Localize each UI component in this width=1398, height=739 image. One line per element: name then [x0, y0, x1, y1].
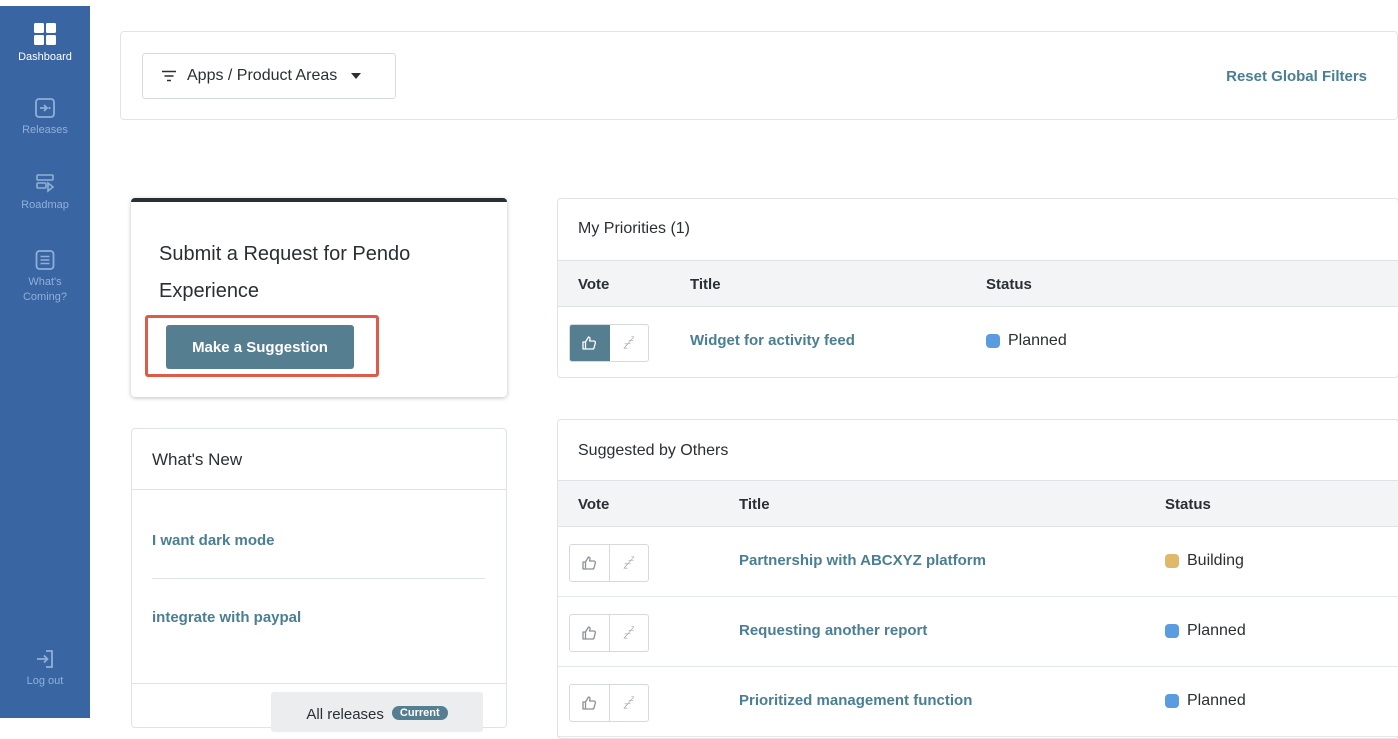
- snooze-button[interactable]: zzz: [610, 325, 649, 361]
- logout-button[interactable]: Log out: [0, 648, 90, 689]
- table-row: zzz Partnership with ABCXYZ platform Bui…: [558, 527, 1398, 597]
- snooze-icon: zzz: [623, 625, 635, 641]
- sidebar-item-roadmap[interactable]: Roadmap: [0, 172, 90, 213]
- snooze-icon: zzz: [623, 335, 635, 351]
- table-row: zzz Prioritized management function Plan…: [558, 667, 1398, 737]
- apps-product-areas-dropdown[interactable]: Apps / Product Areas: [142, 53, 396, 99]
- column-header-title: Title: [739, 496, 770, 513]
- vote-buttons: zzz: [569, 614, 649, 652]
- sidebar-item-label: What's Coming?: [22, 276, 68, 303]
- status-badge: Planned: [1165, 622, 1246, 640]
- sidebar-item-label: Roadmap: [21, 199, 69, 211]
- whats-new-title: What's New: [152, 450, 243, 469]
- table-header: Vote Title Status: [558, 260, 1398, 307]
- status-dot: [1165, 624, 1179, 638]
- upvote-button[interactable]: [570, 325, 610, 361]
- release-icon: [35, 98, 55, 118]
- snooze-button[interactable]: zzz: [610, 685, 649, 721]
- logout-icon: [37, 650, 53, 668]
- sidebar-item-releases[interactable]: Releases: [0, 97, 90, 138]
- all-releases-button[interactable]: All releases Current: [271, 692, 483, 732]
- suggested-title: Suggested by Others: [578, 442, 729, 459]
- my-priorities-title: My Priorities (1): [578, 220, 691, 237]
- sidebar-item-label: Releases: [22, 124, 68, 136]
- apps-product-areas-label: Apps / Product Areas: [187, 67, 338, 84]
- table-row: zzz Requesting another report Planned: [558, 597, 1398, 667]
- grid-icon: [34, 23, 56, 45]
- thumbs-up-icon: [582, 626, 597, 640]
- request-title-link[interactable]: Partnership with ABCXYZ platform: [739, 552, 986, 569]
- status-badge: Building: [1165, 552, 1244, 570]
- column-header-title: Title: [690, 276, 721, 293]
- status-label: Planned: [1008, 332, 1067, 349]
- divider: [132, 489, 506, 490]
- sidebar-item-label: Dashboard: [18, 51, 72, 63]
- snooze-button[interactable]: zzz: [610, 615, 649, 651]
- thumbs-up-icon: [582, 336, 597, 350]
- status-label: Building: [1187, 552, 1244, 569]
- status-badge: Planned: [986, 332, 1067, 350]
- request-title-link[interactable]: Widget for activity feed: [690, 332, 855, 349]
- highlight-box: Make a Suggestion: [145, 315, 379, 377]
- vote-buttons: zzz: [569, 684, 649, 722]
- caret-down-icon: [351, 73, 362, 79]
- upvote-button[interactable]: [570, 615, 610, 651]
- filter-icon: [162, 70, 176, 82]
- column-header-vote: Vote: [578, 276, 610, 293]
- snooze-icon: zzz: [623, 695, 635, 711]
- upvote-button[interactable]: [570, 685, 610, 721]
- snooze-icon: zzz: [623, 555, 635, 571]
- snooze-button[interactable]: zzz: [610, 545, 649, 581]
- status-badge: Planned: [1165, 692, 1246, 710]
- request-title-link[interactable]: Prioritized management function: [739, 692, 972, 709]
- column-header-vote: Vote: [578, 496, 610, 513]
- request-title-link[interactable]: Requesting another report: [739, 622, 927, 639]
- thumbs-up-icon: [582, 696, 597, 710]
- vote-buttons: zzz: [569, 324, 649, 362]
- status-label: Planned: [1187, 622, 1246, 639]
- sidebar-item-whats-coming[interactable]: What's Coming?: [0, 249, 90, 305]
- logout-label: Log out: [26, 675, 64, 687]
- status-dot: [1165, 694, 1179, 708]
- sidebar-item-dashboard[interactable]: Dashboard: [0, 22, 90, 65]
- whats-new-item[interactable]: integrate with paypal: [152, 609, 301, 626]
- column-header-status: Status: [986, 276, 1032, 293]
- all-releases-label: All releases: [306, 706, 384, 723]
- submit-request-title: Submit a Request for Pendo Experience: [159, 243, 411, 302]
- sidebar: Dashboard Releases Roadmap What's Coming…: [0, 6, 90, 718]
- divider: [152, 578, 485, 579]
- table-header: Vote Title Status: [558, 480, 1398, 527]
- vote-buttons: zzz: [569, 544, 649, 582]
- divider: [132, 683, 506, 684]
- make-suggestion-button[interactable]: Make a Suggestion: [166, 325, 354, 369]
- my-priorities-table: My Priorities (1) Vote Title Status zzz …: [557, 198, 1398, 378]
- status-dot: [1165, 554, 1179, 568]
- status-dot: [986, 334, 1000, 348]
- global-filter-bar: Apps / Product Areas Reset Global Filter…: [120, 31, 1398, 120]
- table-row: zzz Widget for activity feed Planned: [558, 307, 1398, 377]
- column-header-status: Status: [1165, 496, 1211, 513]
- whats-new-item[interactable]: I want dark mode: [152, 532, 275, 549]
- submit-request-card: Submit a Request for Pendo Experience Ma…: [131, 198, 507, 397]
- list-icon: [35, 250, 55, 270]
- roadmap-icon: [36, 174, 55, 193]
- status-label: Planned: [1187, 692, 1246, 709]
- reset-global-filters-link[interactable]: Reset Global Filters: [1226, 68, 1367, 85]
- thumbs-up-icon: [582, 556, 597, 570]
- current-badge: Current: [391, 706, 448, 720]
- whats-new-card: What's New I want dark mode integrate wi…: [131, 428, 507, 732]
- suggested-by-others-table: Suggested by Others Vote Title Status zz…: [557, 419, 1398, 739]
- upvote-button[interactable]: [570, 545, 610, 581]
